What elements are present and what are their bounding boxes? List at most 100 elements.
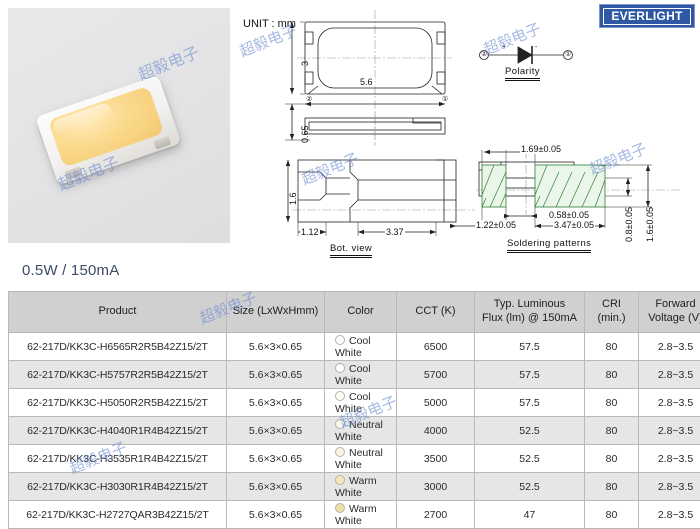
cell-cri: 80 (585, 417, 639, 445)
cell-cri: 80 (585, 445, 639, 473)
cell-size: 5.6×3×0.65 (227, 333, 325, 361)
cell-product: 62-217D/KK3C-H2727QAR3B42Z15/2T (9, 501, 227, 529)
cell-size: 5.6×3×0.65 (227, 473, 325, 501)
dim-solder-16: 1.6±0.05 (645, 207, 655, 242)
polarity-anode-marker: ② (481, 50, 487, 58)
col-header-cri: CRI (min.) (585, 292, 639, 333)
color-swatch-icon (335, 391, 345, 401)
cell-product: 62-217D/KK3C-H3535R1R4B42Z15/2T (9, 445, 227, 473)
cell-vf: 2.8~3.5 (639, 333, 700, 361)
table-row[interactable]: 62-217D/KK3C-H2727QAR3B42Z15/2T5.6×3×0.6… (9, 501, 700, 529)
cell-size: 5.6×3×0.65 (227, 501, 325, 529)
col-header-flux: Typ. Luminous Flux (lm) @ 150mA (475, 292, 585, 333)
pin2-marker-topview: ② (306, 95, 312, 103)
cell-cri: 80 (585, 473, 639, 501)
cell-product: 62-217D/KK3C-H3030R1R4B42Z15/2T (9, 473, 227, 501)
color-swatch-icon (335, 419, 345, 429)
cell-cct: 6500 (397, 333, 475, 361)
cell-vf: 2.8~3.5 (639, 389, 700, 417)
cell-cct: 2700 (397, 501, 475, 529)
cell-cri: 80 (585, 361, 639, 389)
col-header-vf: Forward Voltage (V) (639, 292, 700, 333)
datasheet-page: 超毅电子 超毅电子 EVERLIGHT UNIT : mm (0, 0, 700, 527)
led-package-image (35, 75, 183, 189)
dim-height-3: 3 (300, 61, 310, 66)
dim-solder-08: 0.8±0.05 (624, 207, 634, 242)
table-row[interactable]: 62-217D/KK3C-H6565R2R5B42Z15/2T5.6×3×0.6… (9, 333, 700, 361)
col-header-product: Product (9, 292, 227, 333)
cell-cct: 5000 (397, 389, 475, 417)
table-body: 62-217D/KK3C-H6565R2R5B42Z15/2T5.6×3×0.6… (9, 333, 700, 529)
watermark: 超毅电子 (134, 39, 202, 85)
cell-color: Warm White (325, 473, 397, 501)
table-row[interactable]: 62-217D/KK3C-H5050R2R5B42Z15/2T5.6×3×0.6… (9, 389, 700, 417)
dim-botview-112: 1.12 (300, 227, 320, 237)
cell-cct: 3000 (397, 473, 475, 501)
dim-solder-058: 0.58±0.05 (548, 210, 590, 220)
product-photo: 超毅电子 超毅电子 (8, 8, 230, 243)
pin1-marker-topview: ① (442, 95, 448, 103)
cell-flux: 57.5 (475, 361, 585, 389)
polarity-minus-sign: - (535, 44, 537, 51)
led-pad-right (153, 136, 171, 150)
color-swatch-icon (335, 363, 345, 373)
cell-flux: 52.5 (475, 473, 585, 501)
cell-cct: 4000 (397, 417, 475, 445)
cell-flux: 57.5 (475, 333, 585, 361)
table-row[interactable]: 62-217D/KK3C-H4040R1R4B42Z15/2T5.6×3×0.6… (9, 417, 700, 445)
col-header-cct: CCT (K) (397, 292, 475, 333)
dim-botview-337: 3.37 (385, 227, 405, 237)
col-header-color: Color (325, 292, 397, 333)
cell-flux: 57.5 (475, 389, 585, 417)
table-row[interactable]: 62-217D/KK3C-H5757R2R5B42Z15/2T5.6×3×0.6… (9, 361, 700, 389)
cell-size: 5.6×3×0.65 (227, 417, 325, 445)
table-row[interactable]: 62-217D/KK3C-H3030R1R4B42Z15/2T5.6×3×0.6… (9, 473, 700, 501)
caption-soldering-patterns: Soldering patterns (507, 238, 591, 251)
cell-size: 5.6×3×0.65 (227, 361, 325, 389)
cell-vf: 2.8~3.5 (639, 361, 700, 389)
dim-width-56: 5.6 (358, 77, 375, 87)
dim-thickness-065: 0.65 (300, 125, 310, 143)
cell-vf: 2.8~3.5 (639, 473, 700, 501)
dim-botview-height-16: 1.6 (288, 192, 298, 205)
cell-cct: 5700 (397, 361, 475, 389)
cell-color: Cool White (325, 361, 397, 389)
cell-color: Neutral White (325, 417, 397, 445)
polarity-cathode-marker: ① (565, 50, 571, 58)
caption-polarity: Polarity (505, 66, 540, 79)
cell-product: 62-217D/KK3C-H5050R2R5B42Z15/2T (9, 389, 227, 417)
cell-product: 62-217D/KK3C-H4040R1R4B42Z15/2T (9, 417, 227, 445)
cell-vf: 2.8~3.5 (639, 501, 700, 529)
col-header-size: Size (LxWxHmm) (227, 292, 325, 333)
cell-color: Warm White (325, 501, 397, 529)
color-swatch-icon (335, 475, 345, 485)
cell-product: 62-217D/KK3C-H5757R2R5B42Z15/2T (9, 361, 227, 389)
cell-cri: 80 (585, 333, 639, 361)
specs-table: Product Size (LxWxHmm) Color CCT (K) Typ… (8, 291, 700, 529)
dim-solder-122: 1.22±0.05 (475, 220, 517, 230)
cell-vf: 2.8~3.5 (639, 445, 700, 473)
cell-product: 62-217D/KK3C-H6565R2R5B42Z15/2T (9, 333, 227, 361)
color-swatch-icon (335, 335, 345, 345)
table-row[interactable]: 62-217D/KK3C-H3535R1R4B42Z15/2T5.6×3×0.6… (9, 445, 700, 473)
cell-size: 5.6×3×0.65 (227, 389, 325, 417)
cell-color: Cool White (325, 389, 397, 417)
color-swatch-icon (335, 503, 345, 513)
cell-flux: 52.5 (475, 445, 585, 473)
cell-color: Neutral White (325, 445, 397, 473)
cell-flux: 52.5 (475, 417, 585, 445)
dim-solder-169: 1.69±0.05 (520, 144, 562, 154)
cell-cri: 80 (585, 389, 639, 417)
specs-table-wrap: Product Size (LxWxHmm) Color CCT (K) Typ… (8, 291, 692, 529)
led-body (35, 75, 181, 185)
table-header-row: Product Size (LxWxHmm) Color CCT (K) Typ… (9, 292, 700, 333)
page-title: 0.5W / 150mA (22, 262, 119, 279)
cell-cri: 80 (585, 501, 639, 529)
top-section: 超毅电子 超毅电子 EVERLIGHT UNIT : mm (0, 0, 700, 250)
cell-flux: 47 (475, 501, 585, 529)
cell-vf: 2.8~3.5 (639, 417, 700, 445)
caption-bot-view: Bot. view (330, 243, 372, 256)
cell-size: 5.6×3×0.65 (227, 445, 325, 473)
cell-cct: 3500 (397, 445, 475, 473)
cell-color: Cool White (325, 333, 397, 361)
